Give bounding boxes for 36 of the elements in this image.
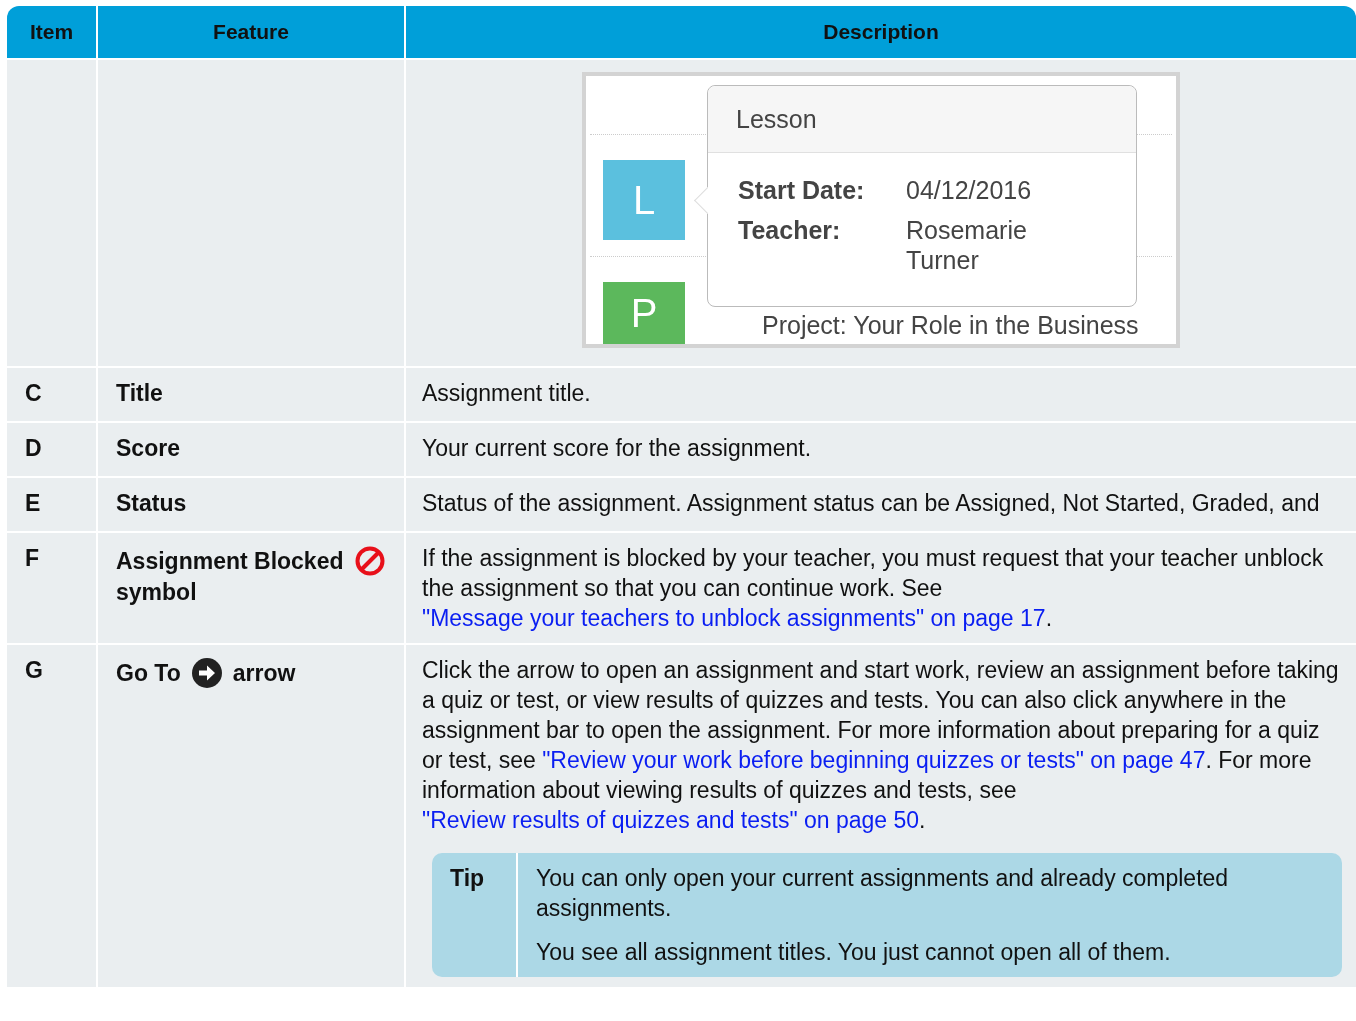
item-letter: F xyxy=(25,545,40,571)
tooltip-title: Lesson xyxy=(708,86,1136,153)
assignment-title: Project: Your Role in the Business xyxy=(762,310,1139,340)
item-letter: E xyxy=(25,490,41,516)
column-header: Description xyxy=(406,6,1356,58)
description-text: Click the arrow to open an assignment and start work, review an assignment before taking a quiz or test, or view results of quizzes and tests. You can also click anywhere in the assignment bar to open the assignment. For more information about preparing for a quiz or test, see "Review your work before beginning quizzes or tests" on page 47. For more information about viewing results of quizzes and tests, see "Review results of quizzes and tests" on page 50. xyxy=(422,656,1340,835)
feature-name: arrow xyxy=(232,659,296,687)
feature-name: Title xyxy=(116,380,163,407)
feature-name: Score xyxy=(116,435,180,462)
column-header: Feature xyxy=(98,6,404,58)
description-text: Your current score for the assignment. xyxy=(422,434,813,463)
feature-name: Status xyxy=(116,490,187,517)
link[interactable]: "Review your work before beginning quizzes or tests" on page 47 xyxy=(542,747,1206,773)
type-badge: L xyxy=(603,160,685,240)
item-letter: G xyxy=(25,657,43,683)
feature-name: Assignment Blocked xyxy=(116,547,344,575)
tip-text: You see all assignment titles. You just cannot open all of them. xyxy=(536,938,1172,967)
link[interactable]: "Message your teachers to unblock assignments" on page 17 xyxy=(422,605,1046,631)
link[interactable]: "Review results of quizzes and tests" on page 50 xyxy=(422,807,920,833)
field-label: Teacher: xyxy=(738,215,842,246)
field-value: Rosemarie Turner xyxy=(906,215,1028,275)
feature-name: symbol xyxy=(116,579,197,606)
tip-text: You can only open your current assignments and already completed assignments. xyxy=(536,864,1230,923)
item-letter: C xyxy=(25,380,42,406)
no-entry-icon xyxy=(353,545,386,577)
description-text: Status of the assignment. Assignment status can be Assigned, Not Started, Graded, and xyxy=(422,489,1321,518)
description-text: If the assignment is blocked by your teacher, you must request that your teacher unblock the assignment so that you can continue work. See "Message your teachers to unblock assignments" on page 17. xyxy=(422,544,1325,633)
arrow-circle-icon xyxy=(190,657,223,689)
field-value: 04/12/2016 xyxy=(906,175,1033,205)
description-text: Assignment title. xyxy=(422,379,592,408)
column-header: Item xyxy=(7,6,96,58)
item-letter: D xyxy=(25,435,42,461)
feature-name: Go To xyxy=(116,659,181,687)
tip-label: Tip xyxy=(450,865,485,891)
type-badge: P xyxy=(603,282,685,344)
field-label: Start Date: xyxy=(738,175,866,205)
